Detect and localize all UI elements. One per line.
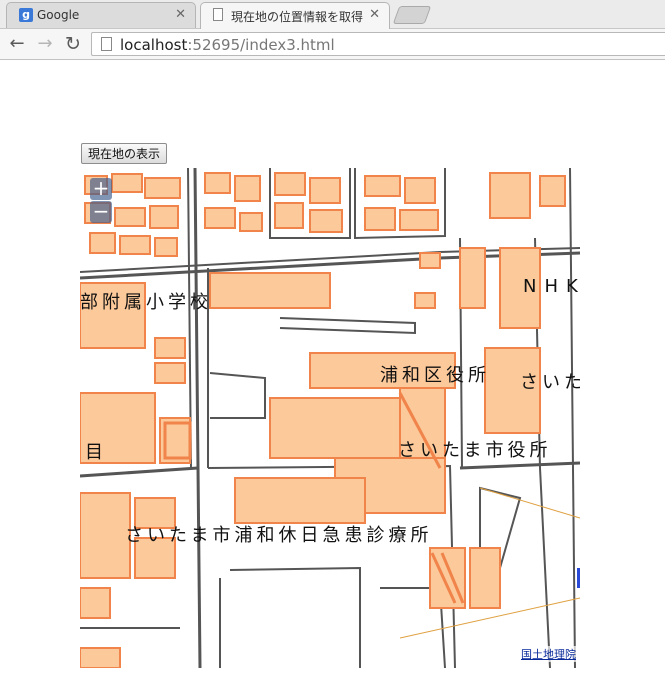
- show-current-location-button[interactable]: 現在地の表示: [81, 143, 168, 164]
- map-tiles: [80, 168, 580, 668]
- zoom-in-button[interactable]: +: [90, 178, 112, 200]
- page-icon: [213, 8, 223, 21]
- map-label-school: 部附属小学校: [80, 292, 212, 313]
- new-tab-button[interactable]: [392, 6, 432, 24]
- zoom-out-button[interactable]: −: [90, 201, 112, 223]
- tab-strip: g Google ✕ 現在地の位置情報を取得 ✕: [0, 0, 665, 29]
- tab-current-location[interactable]: 現在地の位置情報を取得 ✕: [200, 2, 390, 29]
- forward-arrow-icon[interactable]: →: [34, 33, 56, 55]
- address-bar[interactable]: localhost:52695/index3.html: [91, 32, 665, 56]
- tab-google[interactable]: g Google ✕: [6, 2, 196, 28]
- close-icon[interactable]: ✕: [369, 7, 380, 22]
- tab-title: Google: [37, 8, 80, 22]
- map-label-nhk: NHK: [523, 276, 580, 297]
- url-host: localhost: [120, 36, 188, 54]
- url-path: :52695/index3.html: [187, 36, 335, 54]
- zoom-control: + −: [90, 178, 112, 224]
- map-label-urawa-ward-office: 浦和区役所: [380, 365, 490, 386]
- map-view[interactable]: 部附属小学校 NHK 浦和区役所 さいた 目 さいたま市役所 さいたま市浦和休日…: [80, 168, 580, 668]
- map-label-saita: さいた: [520, 372, 580, 393]
- close-icon[interactable]: ✕: [175, 7, 186, 22]
- map-label-city-hall: さいたま市役所: [398, 440, 552, 461]
- map-label-clinic: さいたま市浦和休日急患診療所: [125, 525, 433, 546]
- browser-toolbar: ← → ↻ localhost:52695/index3.html: [0, 29, 665, 60]
- map-attribution-link[interactable]: 国土地理院: [521, 646, 576, 662]
- page-icon: [101, 37, 112, 51]
- back-arrow-icon[interactable]: ←: [6, 33, 28, 55]
- url-text: localhost:52695/index3.html: [120, 36, 335, 54]
- tab-title: 現在地の位置情報を取得: [231, 10, 364, 24]
- google-icon: g: [19, 8, 33, 22]
- reload-icon[interactable]: ↻: [62, 33, 84, 55]
- map-label-me: 目: [85, 442, 107, 463]
